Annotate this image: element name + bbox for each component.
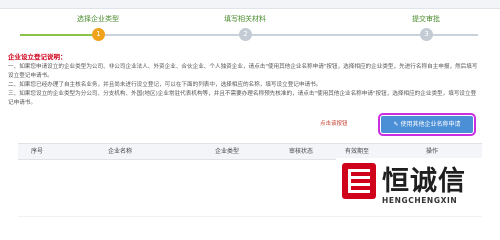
instruction-line-1: 一、如果您申请设立的企业类型为公司、非公司企业法人、外资企业、合伙企业、个人独资… xyxy=(8,64,478,79)
watermark-text: 恒诚信 xyxy=(382,166,466,197)
step-2-label: 填写相关材料 xyxy=(224,15,266,23)
watermark-logo: 恒诚信 HENGCHENGXIN xyxy=(336,158,496,212)
col-enterprise-type: 企业类型 xyxy=(214,148,239,155)
col-actions: 操作 xyxy=(425,148,438,155)
instruction-line-3: 三、如果您设立的企业类型为分公司、分支机构、外国(地区)企业常驻代表机构等，并且… xyxy=(8,91,477,106)
col-review-status: 审核状态 xyxy=(288,148,313,155)
col-enterprise-name: 企业名称 xyxy=(107,148,132,155)
apply-other-name-button[interactable]: ✎ 使用其他企业名称申请 xyxy=(378,113,476,136)
instructions-title: 企业设立登记说明： xyxy=(8,53,67,61)
step-3-indicator: 3 xyxy=(420,28,433,41)
registration-instructions: 企业设立登记说明： 一、如果您申请设立的企业类型为公司、非公司企业法人、外资企业… xyxy=(8,53,478,108)
browser-toolbar-strip xyxy=(0,0,500,9)
progress-stepper: 选择企业类型 填写相关材料 提交审批 1 2 3 xyxy=(0,9,500,41)
step-2-indicator: 2 xyxy=(239,28,252,41)
col-valid-until: 有效期至 xyxy=(344,148,369,155)
step-1-indicator: 1 xyxy=(92,28,105,41)
click-hint-annotation: 点击该按钮 xyxy=(320,121,348,127)
col-index: 序号 xyxy=(30,148,43,155)
watermark-emblem-icon xyxy=(342,163,376,199)
instruction-line-2: 二、如果您已经办理了自主核名业务，并且尚未进行设立登记，可以在下面的列表中，选择… xyxy=(8,82,322,88)
apply-button-label: 使用其他企业名称申请 xyxy=(400,121,461,128)
watermark-subtext: HENGCHENGXIN xyxy=(382,196,458,205)
step-1-label: 选择企业类型 xyxy=(77,15,119,23)
step-progress-line-done xyxy=(20,34,98,36)
step-3-label: 提交审批 xyxy=(412,15,440,23)
